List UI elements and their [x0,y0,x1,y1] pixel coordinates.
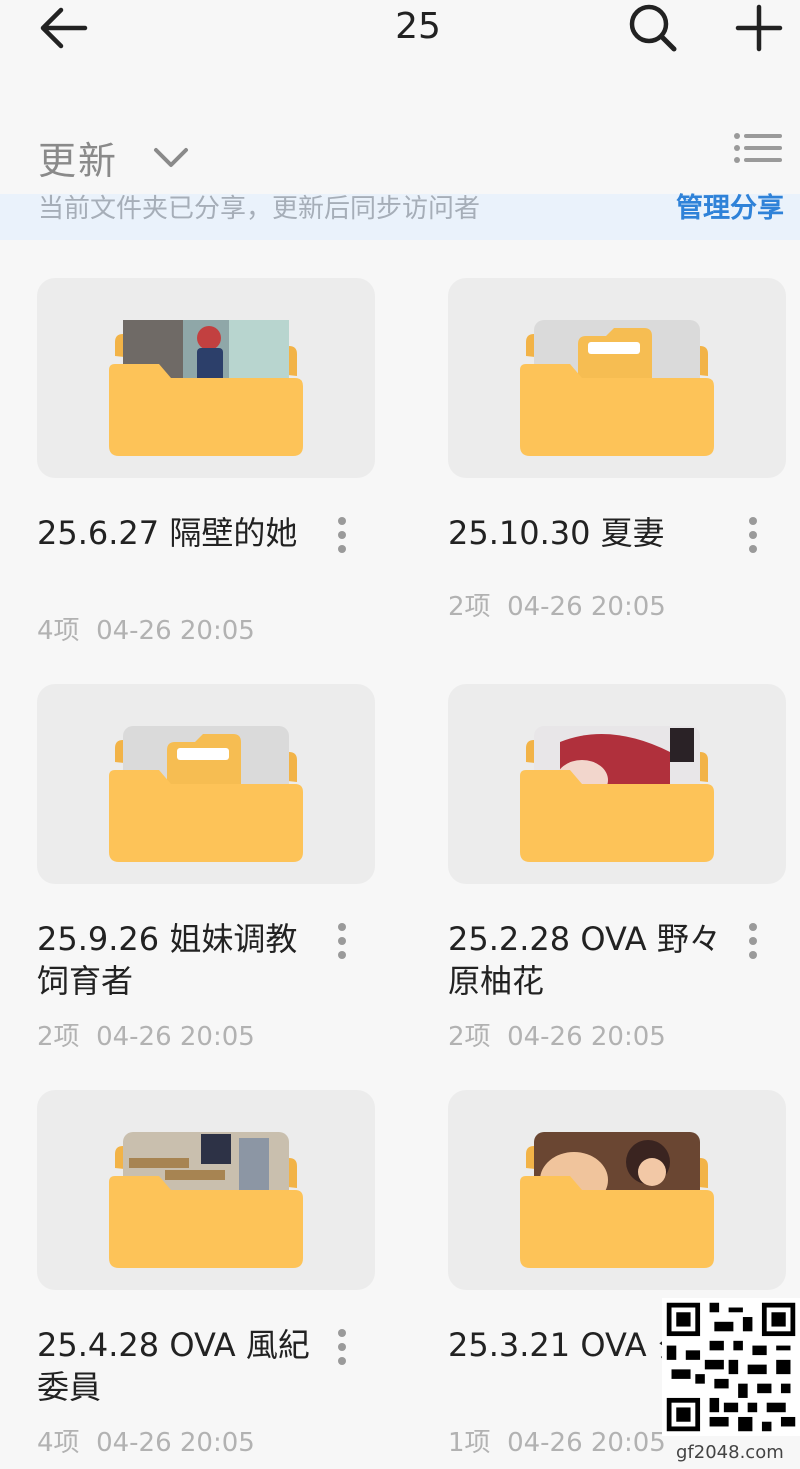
more-vertical-icon [338,1329,346,1365]
modified-time: 04-26 20:05 [96,616,255,646]
more-options-button[interactable] [327,1324,357,1370]
folder-meta: 2项 04-26 20:05 [448,586,666,623]
item-count: 2项 [37,1022,80,1052]
item-count: 4项 [37,1428,80,1458]
share-banner: 当前文件夹已分享，更新后同步访问者 管理分享 [0,194,800,240]
folder-name: 25.6.27 隔壁的她 [37,514,298,552]
manage-share-link[interactable]: 管理分享 [676,194,784,224]
folder-card[interactable]: 25.10.30 夏妻 2项 04-26 20:05 [448,278,786,658]
more-vertical-icon [749,923,757,959]
modified-time: 04-26 20:05 [96,1428,255,1458]
folder-icon [109,1132,303,1268]
more-vertical-icon [338,517,346,553]
folder-icon [520,1132,714,1268]
more-options-button[interactable] [327,512,357,558]
modified-time: 04-26 20:05 [507,1022,666,1052]
more-options-button[interactable] [327,918,357,964]
folder-card[interactable]: 25.4.28 OVA 風紀委員 4项 04-26 20:05 [37,1090,375,1469]
folder-card[interactable]: 25.6.27 隔壁的她 4项 04-26 20:05 [37,278,375,658]
folder-thumbnail [37,684,375,884]
item-count: 1项 [448,1428,491,1458]
sort-label[interactable]: 更新 [38,130,118,185]
folder-name: 25.4.28 OVA 風紀委員 [37,1326,310,1406]
more-options-button[interactable] [738,918,768,964]
modified-time: 04-26 20:05 [507,592,666,622]
folder-card[interactable]: 25.9.26 姐妹调教饲育者 2项 04-26 20:05 [37,684,375,1064]
folder-meta: 2项 04-26 20:05 [448,1016,666,1053]
item-count: 2项 [448,1022,491,1052]
folder-thumbnail [37,278,375,478]
folder-meta: 2项 04-26 20:05 [37,1016,255,1053]
more-options-button[interactable] [738,512,768,558]
search-button[interactable] [620,0,686,56]
folder-thumbnail [37,1090,375,1290]
folder-icon [109,320,303,456]
folder-icon [520,726,714,862]
folder-name: 25.10.30 夏妻 [448,514,665,552]
chevron-down-icon[interactable] [150,140,192,176]
list-view-icon[interactable] [732,130,784,174]
item-count: 4项 [37,616,80,646]
more-vertical-icon [749,517,757,553]
watermark-text: gf2048.com [676,1442,784,1463]
folder-card[interactable]: 25.2.28 OVA 野々原柚花 2项 04-26 20:05 [448,684,786,1064]
page-title: 25 [395,6,441,47]
folder-name: 25.9.26 姐妹调教饲育者 [37,920,298,1000]
arrow-left-icon [40,7,88,49]
folder-meta: 4项 04-26 20:05 [37,610,255,647]
folder-meta: 4项 04-26 20:05 [37,1422,255,1459]
top-bar: 25 [0,0,800,110]
folder-icon [109,726,303,862]
more-vertical-icon [338,923,346,959]
folder-thumbnail [448,278,786,478]
folder-icon [520,320,714,456]
modified-time: 04-26 20:05 [96,1022,255,1052]
modified-time: 04-26 20:05 [507,1428,666,1458]
search-icon [629,4,677,52]
plus-icon [735,4,783,52]
share-status-text: 当前文件夹已分享，更新后同步访问者 [38,194,481,224]
folder-name: 25.2.28 OVA 野々原柚花 [448,920,721,1000]
folder-thumbnail [448,684,786,884]
folder-thumbnail [448,1090,786,1290]
add-button[interactable] [726,0,792,56]
sort-bar: 更新 [0,112,800,194]
item-count: 2项 [448,592,491,622]
folder-meta: 1项 04-26 20:05 [448,1422,666,1459]
back-button[interactable] [30,2,96,54]
qr-code-image [662,1298,800,1436]
